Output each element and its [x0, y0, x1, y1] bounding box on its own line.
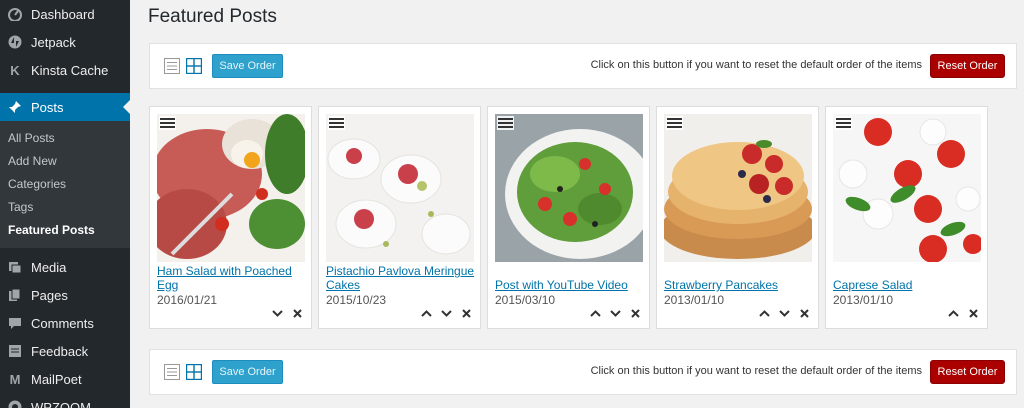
dashboard-icon: [7, 6, 23, 22]
chevron-up-icon[interactable]: [757, 306, 771, 320]
card-controls: [588, 306, 642, 320]
chevron-down-icon[interactable]: [270, 306, 284, 320]
menu-item-feedback[interactable]: Feedback: [0, 337, 130, 365]
save-order-button[interactable]: Save Order: [212, 54, 283, 78]
media-icon: [7, 259, 23, 275]
toolbar-bottom: Save Order Click on this button if you w…: [149, 349, 1017, 395]
post-card[interactable]: Ham Salad with Poached Egg 2016/01/21: [149, 106, 312, 329]
drag-handle-icon[interactable]: [497, 116, 514, 130]
menu-label: WPZOOM: [31, 399, 91, 408]
submenu-categories[interactable]: Categories: [0, 173, 130, 196]
post-date: 2013/01/10: [833, 293, 894, 307]
page-title: Featured Posts: [148, 6, 277, 27]
grid-view-icon[interactable]: [185, 57, 203, 75]
post-thumbnail: [664, 114, 812, 262]
main-content: Featured Posts Save Order Click on this …: [130, 0, 1024, 408]
chevron-down-icon[interactable]: [777, 306, 791, 320]
close-icon[interactable]: [966, 306, 980, 320]
close-icon[interactable]: [797, 306, 811, 320]
menu-label: Dashboard: [31, 6, 95, 22]
grid-view-icon[interactable]: [185, 363, 203, 381]
submenu-tags[interactable]: Tags: [0, 196, 130, 219]
drag-handle-icon[interactable]: [835, 116, 852, 130]
chevron-up-icon[interactable]: [588, 306, 602, 320]
menu-label: Comments: [31, 315, 94, 331]
menu-label: Media: [31, 259, 67, 275]
drag-handle-icon[interactable]: [328, 116, 345, 130]
post-date: 2016/01/21: [157, 293, 218, 307]
menu-item-comments[interactable]: Comments: [0, 309, 130, 337]
feedback-icon: [7, 343, 23, 359]
submenu-all-posts[interactable]: All Posts: [0, 127, 130, 150]
menu-label: Feedback: [31, 343, 89, 359]
drag-handle-icon[interactable]: [666, 116, 683, 130]
post-thumbnail: [495, 114, 643, 262]
menu-label: MailPoet: [31, 371, 82, 387]
post-date: 2015/03/10: [495, 293, 556, 307]
reset-hint-text: Click on this button if you want to rese…: [590, 365, 922, 377]
chevron-up-icon[interactable]: [946, 306, 960, 320]
admin-sidebar: Dashboard Jetpack K Kinsta Cache Posts A…: [0, 0, 130, 408]
menu-item-mailpoet[interactable]: M MailPoet: [0, 365, 130, 393]
post-thumbnail: [833, 114, 981, 262]
reset-hint-text: Click on this button if you want to rese…: [590, 59, 922, 71]
menu-item-jetpack[interactable]: Jetpack: [0, 28, 130, 56]
menu-label: Kinsta Cache: [31, 62, 109, 78]
post-card[interactable]: Pistachio Pavlova Meringue Cakes 2015/10…: [318, 106, 481, 329]
mailpoet-icon: M: [9, 371, 21, 387]
reset-order-button[interactable]: Reset Order: [930, 360, 1005, 384]
post-card[interactable]: Caprese Salad 2013/01/10: [825, 106, 988, 329]
menu-label: Pages: [31, 287, 68, 303]
close-icon[interactable]: [290, 306, 304, 320]
jetpack-icon: [7, 34, 23, 50]
card-controls: [757, 306, 811, 320]
post-date: 2015/10/23: [326, 293, 387, 307]
menu-label: Posts: [31, 99, 64, 115]
post-title-link[interactable]: Pistachio Pavlova Meringue Cakes: [326, 264, 476, 292]
post-thumbnail: [157, 114, 305, 262]
save-order-button[interactable]: Save Order: [212, 360, 283, 384]
pin-icon: [7, 99, 23, 115]
list-view-icon[interactable]: [164, 58, 180, 74]
card-controls: [419, 306, 473, 320]
post-title-link[interactable]: Strawberry Pancakes: [664, 278, 814, 292]
close-icon[interactable]: [628, 306, 642, 320]
chevron-down-icon[interactable]: [439, 306, 453, 320]
toolbar-top: Save Order Click on this button if you w…: [149, 43, 1017, 89]
drag-handle-icon[interactable]: [159, 116, 176, 130]
reset-order-button[interactable]: Reset Order: [930, 54, 1005, 78]
post-thumbnail: [326, 114, 474, 262]
menu-item-dashboard[interactable]: Dashboard: [0, 0, 130, 28]
wpzoom-icon: [7, 399, 23, 408]
comments-icon: [7, 315, 23, 331]
list-view-icon[interactable]: [164, 364, 180, 380]
menu-label: Jetpack: [31, 34, 76, 50]
post-title-link[interactable]: Caprese Salad: [833, 278, 983, 292]
submenu-add-new[interactable]: Add New: [0, 150, 130, 173]
close-icon[interactable]: [459, 306, 473, 320]
kinsta-icon: K: [10, 62, 20, 78]
card-controls: [946, 306, 980, 320]
posts-submenu: All Posts Add New Categories Tags Featur…: [0, 121, 130, 248]
menu-item-media[interactable]: Media: [0, 253, 130, 281]
submenu-featured-posts[interactable]: Featured Posts: [0, 219, 130, 242]
post-card[interactable]: Post with YouTube Video 2015/03/10: [487, 106, 650, 329]
menu-item-posts[interactable]: Posts: [0, 93, 130, 121]
post-title-link[interactable]: Ham Salad with Poached Egg: [157, 264, 307, 292]
post-title-link[interactable]: Post with YouTube Video: [495, 278, 645, 292]
chevron-up-icon[interactable]: [419, 306, 433, 320]
post-card[interactable]: Strawberry Pancakes 2013/01/10: [656, 106, 819, 329]
chevron-down-icon[interactable]: [608, 306, 622, 320]
pages-icon: [7, 287, 23, 303]
post-date: 2013/01/10: [664, 293, 725, 307]
menu-item-kinsta-cache[interactable]: K Kinsta Cache: [0, 56, 130, 84]
menu-item-pages[interactable]: Pages: [0, 281, 130, 309]
menu-item-wpzoom[interactable]: WPZOOM: [0, 393, 130, 408]
card-controls: [270, 306, 304, 320]
